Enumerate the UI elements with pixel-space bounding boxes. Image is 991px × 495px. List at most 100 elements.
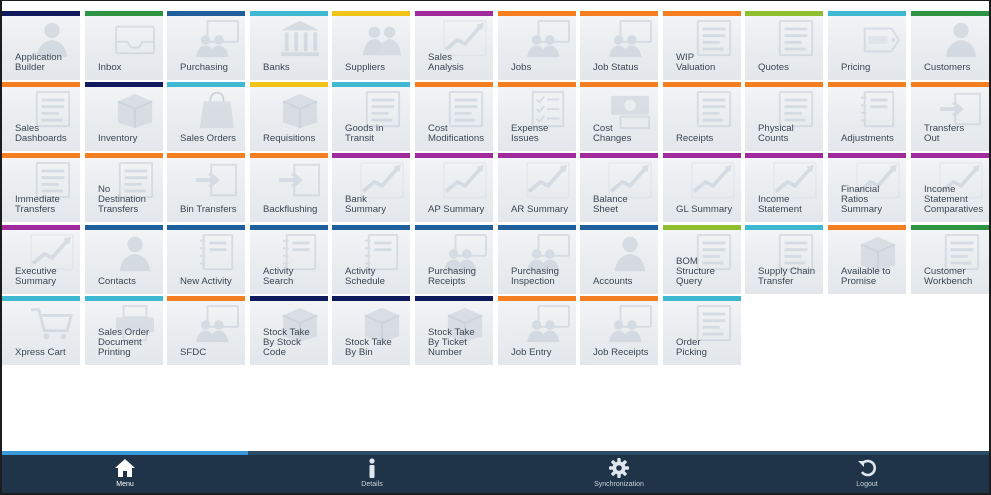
document-icon <box>696 90 732 128</box>
menu-tile-label: Job Status <box>593 62 639 73</box>
menu-tile-activity-search[interactable]: Activity Search <box>250 225 328 294</box>
menu-tile-purchasing-inspection[interactable]: Purchasing Inspection <box>498 225 576 294</box>
menu-tile-jobs[interactable]: Jobs <box>498 11 576 80</box>
people-board-icon <box>609 19 652 58</box>
menu-tile-income-statement-comparatives[interactable]: Income Statement Comparatives <box>911 153 989 222</box>
menu-tile-stock-take-by-stock-code[interactable]: Stock Take By Stock Code <box>250 296 328 365</box>
menu-tile-suppliers[interactable]: Suppliers <box>332 11 410 80</box>
menu-tile-bank-summary[interactable]: Bank Summary <box>332 153 410 222</box>
menu-tile-new-activity[interactable]: New Activity <box>167 225 245 294</box>
menu-tile-ar-summary[interactable]: AR Summary <box>498 153 576 222</box>
menu-tile-physical-counts[interactable]: Physical Counts <box>745 82 823 151</box>
menu-tile-xpress-cart[interactable]: Xpress Cart <box>2 296 80 365</box>
nav-logout-label: Logout <box>856 481 878 488</box>
menu-tile-accounts[interactable]: Accounts <box>580 225 658 294</box>
menu-tile-quotes[interactable]: Quotes <box>745 11 823 80</box>
menu-tile-job-status[interactable]: Job Status <box>580 11 658 80</box>
transfer-icon <box>196 163 237 197</box>
menu-tile-pricing[interactable]: Pricing <box>828 11 906 80</box>
menu-tile-requisitions[interactable]: Requisitions <box>250 82 328 151</box>
nav-details-label: Details <box>361 481 383 488</box>
menu-tile-label: Stock Take By Bin <box>345 337 392 358</box>
menu-tile-adjustments[interactable]: Adjustments <box>828 82 906 151</box>
menu-tile-customers[interactable]: Customers <box>911 11 989 80</box>
menu-tile-label: Sales Orders <box>180 133 236 144</box>
document-icon <box>778 19 814 57</box>
people-board-icon <box>196 304 239 343</box>
people-icon <box>362 26 402 56</box>
notebook-icon <box>199 233 234 271</box>
menu-tile-ap-summary[interactable]: AP Summary <box>415 153 493 222</box>
menu-tile-cost-changes[interactable]: Cost Changes <box>580 82 658 151</box>
menu-tile-immediate-transfers[interactable]: Immediate Transfers <box>2 153 80 222</box>
menu-tile-cost-modifications[interactable]: Cost Modifications <box>415 82 493 151</box>
menu-tile-label: Supply Chain Transfer <box>758 266 816 287</box>
menu-tile-label: Jobs <box>511 62 532 73</box>
menu-tile-sales-analysis[interactable]: Sales Analysis <box>415 11 493 80</box>
menu-tile-purchasing-receipts[interactable]: Purchasing Receipts <box>415 225 493 294</box>
menu-tile-balance-sheet[interactable]: Balance Sheet <box>580 153 658 222</box>
menu-tile-label: Job Receipts <box>593 347 649 358</box>
menu-tile-job-entry[interactable]: Job Entry <box>498 296 576 365</box>
menu-tile-label: Stock Take By Stock Code <box>263 327 310 358</box>
people-board-icon <box>196 19 239 58</box>
menu-tile-banks[interactable]: Banks <box>250 11 328 80</box>
menu-tile-sales-order-document-printing[interactable]: Sales Order Document Printing <box>85 296 163 365</box>
menu-tile-label: Income Statement Comparatives <box>924 184 984 215</box>
menu-tile-label: Job Entry <box>511 347 552 358</box>
menu-tile-label: Immediate Transfers <box>15 194 60 215</box>
menu-tile-no-destination-transfers[interactable]: No Destination Transfers <box>85 153 163 222</box>
menu-tile-label: Order Picking <box>676 337 707 358</box>
menu-tile-label: Banks <box>263 62 290 73</box>
menu-tile-contacts[interactable]: Contacts <box>85 225 163 294</box>
menu-tile-inventory[interactable]: Inventory <box>85 82 163 151</box>
menu-tile-label: Suppliers <box>345 62 385 73</box>
nav-menu-label: Menu <box>116 481 134 488</box>
menu-tile-bin-transfers[interactable]: Bin Transfers <box>167 153 245 222</box>
menu-tile-goods-in-transit[interactable]: Goods in Transit <box>332 82 410 151</box>
menu-tile-activity-schedule[interactable]: Activity Schedule <box>332 225 410 294</box>
menu-tile-label: Expense Issues <box>511 123 549 144</box>
menu-tile-sfdc[interactable]: SFDC <box>167 296 245 365</box>
menu-tile-bom-structure-query[interactable]: BOM Structure Query <box>663 225 741 294</box>
menu-tile-available-to-promise[interactable]: Available to Promise <box>828 225 906 294</box>
menu-tile-label: Activity Search <box>263 266 294 287</box>
nav-logout-button[interactable]: Logout <box>807 457 927 488</box>
menu-tile-label: Accounts <box>593 276 633 287</box>
menu-tile-wip-valuation[interactable]: WIP Valuation <box>663 11 741 80</box>
nav-synchronization-button[interactable]: Synchronization <box>559 457 679 488</box>
gear-icon <box>609 458 629 478</box>
menu-tile-expense-issues[interactable]: Expense Issues <box>498 82 576 151</box>
menu-tile-executive-summary[interactable]: Executive Summary <box>2 225 80 294</box>
transfer-icon <box>279 163 320 197</box>
menu-tile-stock-take-by-ticket-number[interactable]: Stock Take By Ticket Number <box>415 296 493 365</box>
menu-tile-income-statement[interactable]: Income Statement <box>745 153 823 222</box>
menu-tile-sales-dashboards[interactable]: Sales Dashboards <box>2 82 80 151</box>
menu-tile-receipts[interactable]: Receipts <box>663 82 741 151</box>
menu-tile-inbox[interactable]: Inbox <box>85 11 163 80</box>
nav-details-button[interactable]: Details <box>312 457 432 488</box>
menu-tile-customer-workbench[interactable]: Customer Workbench <box>911 225 989 294</box>
menu-tile-label: Goods in Transit <box>345 123 384 144</box>
menu-tile-job-receipts[interactable]: Job Receipts <box>580 296 658 365</box>
menu-tile-backflushing[interactable]: Backflushing <box>250 153 328 222</box>
menu-tile-stock-take-by-bin[interactable]: Stock Take By Bin <box>332 296 410 365</box>
home-icon <box>115 459 135 477</box>
menu-tile-supply-chain-transfer[interactable]: Supply Chain Transfer <box>745 225 823 294</box>
logout-icon <box>858 459 876 477</box>
menu-tile-label: Activity Schedule <box>345 266 386 287</box>
menu-tile-transfers-out[interactable]: Transfers Out <box>911 82 989 151</box>
menu-tile-gl-summary[interactable]: GL Summary <box>663 153 741 222</box>
people-board-icon <box>527 304 570 343</box>
menu-tile-label: Customers <box>924 62 971 73</box>
menu-tile-order-picking[interactable]: Order Picking <box>663 296 741 365</box>
menu-tile-label: Customer Workbench <box>924 266 973 287</box>
menu-tile-financial-ratios-summary[interactable]: Financial Ratios Summary <box>828 153 906 222</box>
nav-menu-button[interactable]: Menu <box>65 457 185 488</box>
menu-tile-label: Sales Analysis <box>428 52 464 73</box>
menu-tile-purchasing[interactable]: Purchasing <box>167 11 245 80</box>
menu-tile-application-builder[interactable]: Application Builder <box>2 11 80 80</box>
menu-tile-sales-orders[interactable]: Sales Orders <box>167 82 245 151</box>
menu-tile-label: Financial Ratios Summary <box>841 184 883 215</box>
menu-tile-label: Balance Sheet <box>593 194 628 215</box>
